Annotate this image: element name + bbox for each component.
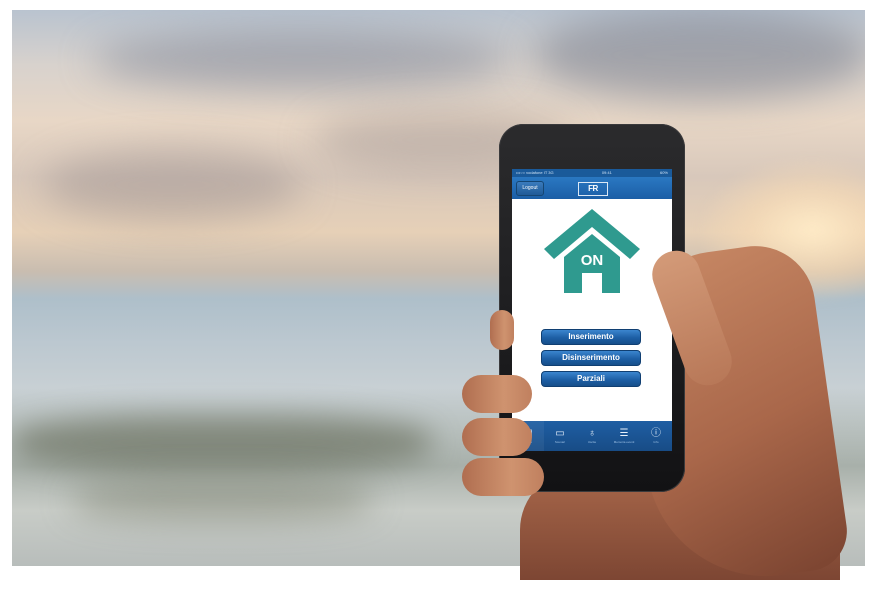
disarm-button[interactable]: Disinserimento: [541, 350, 641, 366]
bulb-icon: ♁: [588, 428, 596, 439]
status-bar: •••○○ vodafone IT 3G 09:41 60%: [512, 169, 672, 177]
app-header: Logout FR: [512, 177, 672, 199]
tab-bar: ▦ Home ▭ Scenari ♁ Uscite ☰ Memoria even…: [512, 421, 672, 451]
status-on-label: ON: [581, 252, 604, 269]
tab-memoria-eventi[interactable]: ☰ Memoria eventi: [608, 421, 640, 451]
shore-rocks: [72, 480, 372, 520]
finger: [462, 418, 532, 456]
list-icon: ☰: [619, 428, 629, 439]
info-icon: ⓘ: [651, 428, 661, 439]
cloud: [532, 10, 865, 100]
finger: [490, 310, 514, 350]
cloud: [92, 30, 512, 90]
tab-info[interactable]: ⓘ Info: [640, 421, 672, 451]
app-screen: •••○○ vodafone IT 3G 09:41 60% Logout FR…: [512, 169, 672, 451]
insert-button[interactable]: Inserimento: [541, 329, 641, 345]
tab-scenari[interactable]: ▭ Scenari: [544, 421, 576, 451]
clock-label: 09:41: [601, 170, 612, 175]
tab-label: Scenari: [554, 440, 566, 444]
finger: [462, 375, 532, 413]
action-buttons: Inserimento Disinserimento Parziali: [541, 329, 641, 392]
brand-logo: FR: [578, 182, 608, 196]
tab-label: Info: [653, 440, 659, 444]
finger: [462, 458, 544, 496]
shore-rocks: [12, 415, 432, 470]
monitor-icon: ▭: [555, 428, 565, 439]
carrier-label: •••○○ vodafone IT 3G: [516, 170, 554, 175]
tab-label: Memoria eventi: [613, 440, 635, 444]
tab-uscite[interactable]: ♁ Uscite: [576, 421, 608, 451]
logout-button[interactable]: Logout: [516, 181, 544, 196]
cloud: [42, 150, 302, 220]
battery-label: 60%: [659, 170, 668, 175]
house-status-icon: ON: [544, 209, 640, 293]
tab-label: Uscite: [587, 440, 597, 444]
partial-button[interactable]: Parziali: [541, 371, 641, 387]
